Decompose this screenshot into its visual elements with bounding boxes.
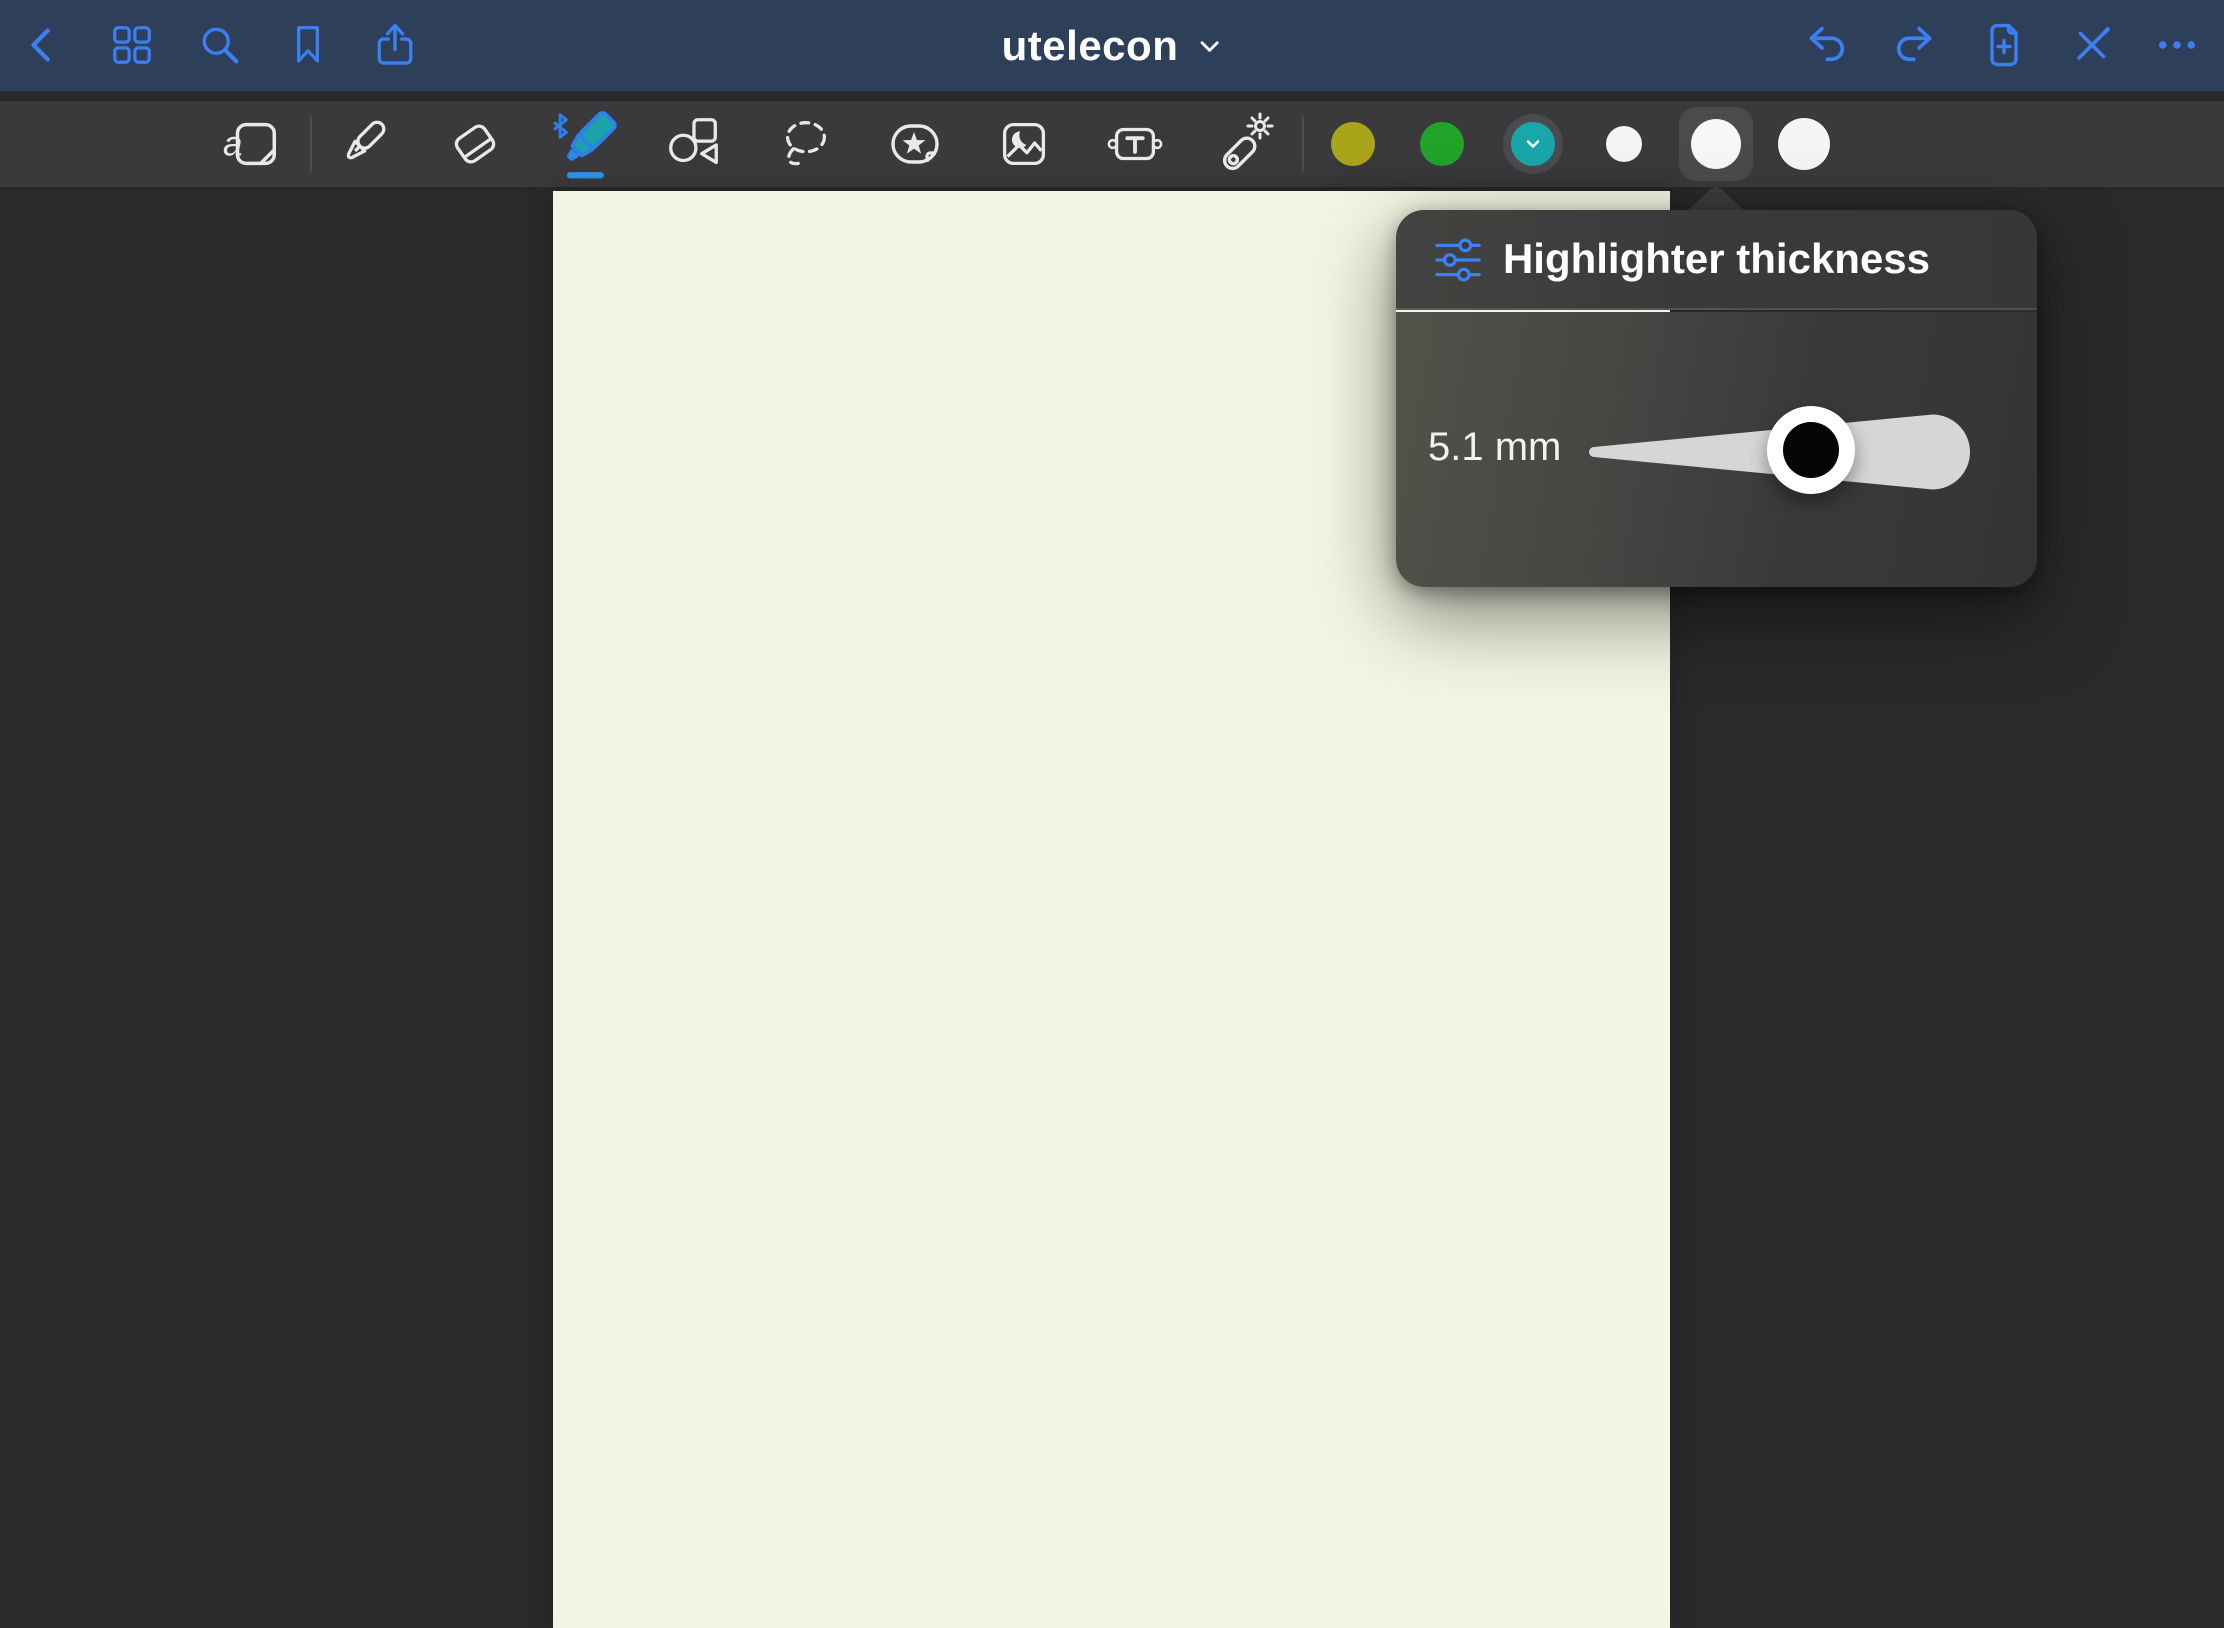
thickness-preset-thin[interactable]: [1606, 126, 1642, 162]
color-swatch-teal-selected[interactable]: [1503, 114, 1563, 174]
share-button[interactable]: [369, 19, 421, 71]
search-icon: [196, 21, 244, 69]
add-page-icon: [1980, 21, 2028, 69]
chevron-down-icon: [1196, 33, 1222, 59]
thickness-dot: [1691, 119, 1741, 169]
bookmark-icon: [285, 22, 331, 68]
laser-pointer-icon: [1213, 112, 1277, 176]
document-title: utelecon: [1002, 22, 1179, 70]
redo-icon: [1889, 21, 1937, 69]
bluetooth-icon: [555, 115, 566, 138]
elements-sticker-icon: [883, 112, 947, 176]
tool-bar: a: [0, 101, 2224, 187]
back-chevron-icon: [19, 22, 65, 68]
redo-button[interactable]: [1887, 19, 1939, 71]
thickness-slider-knob[interactable]: [1767, 406, 1855, 494]
color-swatch-green[interactable]: [1420, 122, 1464, 166]
lasso-icon: [774, 113, 836, 175]
more-button[interactable]: [2151, 19, 2203, 71]
search-button[interactable]: [194, 19, 246, 71]
tool-eraser[interactable]: [437, 106, 513, 182]
highlighter-thickness-popover: Highlighter thickness 5.1 mm: [1396, 210, 2037, 587]
tool-highlighter[interactable]: [548, 106, 624, 182]
selected-tool-underline: [567, 172, 604, 178]
bookmark-button[interactable]: [282, 19, 334, 71]
tool-laser-pointer[interactable]: [1207, 106, 1283, 182]
thickness-preset-thick[interactable]: [1778, 118, 1830, 170]
toolbar-divider: [310, 116, 312, 172]
toolbar-divider: [1302, 116, 1304, 172]
grid-icon: [109, 22, 155, 68]
svg-text:a: a: [223, 125, 242, 164]
highlighter-icon: [550, 108, 622, 180]
popover-title: Highlighter thickness: [1396, 235, 2037, 283]
popover-header: Highlighter thickness: [1396, 210, 2037, 310]
ellipsis-icon: [2153, 21, 2201, 69]
pages-overview-button[interactable]: [106, 19, 158, 71]
thickness-value-label: 5.1 mm: [1428, 425, 1561, 470]
stylus-crossed-icon: [2069, 22, 2115, 68]
zoom-window-icon: a: [221, 113, 283, 175]
chevron-down-icon: [1523, 134, 1543, 154]
document-title-button[interactable]: utelecon: [1002, 0, 1223, 91]
sliders-adjust-icon: [1432, 234, 1484, 286]
eraser-icon: [444, 113, 506, 175]
tool-text[interactable]: [1097, 106, 1173, 182]
color-swatch-olive[interactable]: [1331, 122, 1375, 166]
tool-elements[interactable]: [877, 106, 953, 182]
back-button[interactable]: [16, 19, 68, 71]
navigation-bar: utelecon: [0, 0, 2224, 91]
image-icon: [993, 113, 1055, 175]
selected-color-circle: [1511, 122, 1555, 166]
tool-zoom-window[interactable]: a: [214, 106, 290, 182]
tool-lasso[interactable]: [767, 106, 843, 182]
toolbar-region: a: [0, 91, 2224, 191]
thickness-preset-medium-selected[interactable]: [1679, 107, 1753, 181]
star-glyph: [903, 132, 926, 154]
text-icon: [1104, 113, 1166, 175]
share-icon: [371, 21, 419, 69]
undo-button[interactable]: [1802, 19, 1854, 71]
popover-arrow: [1684, 184, 1748, 212]
tool-image[interactable]: [986, 106, 1062, 182]
pen-icon: [333, 113, 395, 175]
shapes-icon: [662, 113, 724, 175]
undo-icon: [1804, 21, 1852, 69]
thickness-preview-dot: [1783, 422, 1839, 478]
tool-pen[interactable]: [326, 106, 402, 182]
stylus-toggle-button[interactable]: [2066, 19, 2118, 71]
sparkle-rays: [1248, 114, 1272, 138]
tool-shapes[interactable]: [655, 106, 731, 182]
popover-body: 5.1 mm: [1396, 312, 2037, 587]
add-page-button[interactable]: [1978, 19, 2030, 71]
